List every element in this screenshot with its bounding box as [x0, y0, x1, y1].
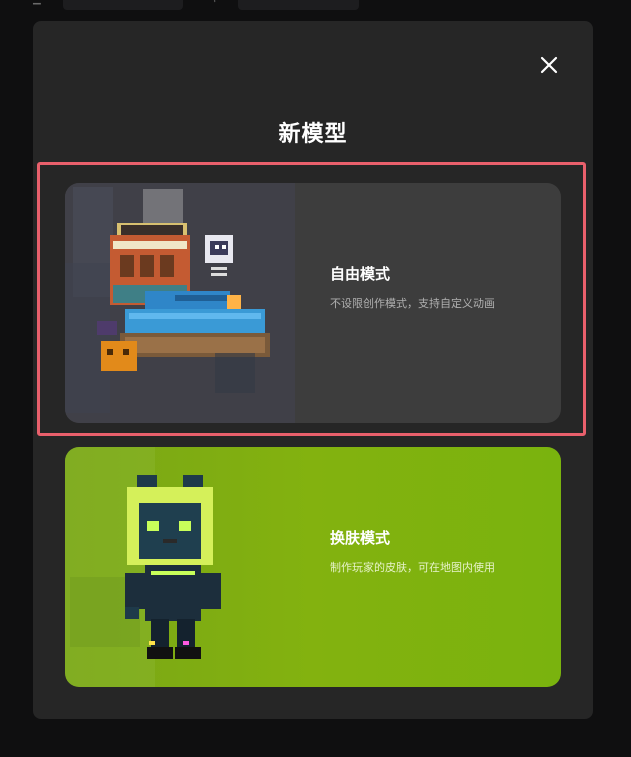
- pixel-cat-hood-character-illustration: [65, 447, 221, 687]
- close-icon: [540, 56, 558, 74]
- close-button[interactable]: [533, 49, 565, 81]
- selection-highlight: [37, 162, 586, 436]
- background-toolbar: ▁ ⌇: [0, 0, 631, 20]
- card-title-skin-mode: 换肤模式: [330, 529, 391, 547]
- background-toolbar-icon: ▁: [33, 0, 41, 5]
- dialog-title: 新模型: [278, 122, 348, 147]
- background-toolbar-icon: ⌇: [212, 0, 220, 5]
- card-description-skin-mode: 制作玩家的皮肤，可在地图内使用: [330, 561, 495, 574]
- background-field: [238, 0, 359, 10]
- background-field: [63, 0, 183, 10]
- skin-mode-card[interactable]: 换肤模式 制作玩家的皮肤，可在地图内使用: [65, 447, 561, 687]
- new-model-dialog: 新模型 自由模式 不设限创作模式，支持自定义动画 换肤模式 制作玩家的皮肤，可在…: [33, 21, 593, 719]
